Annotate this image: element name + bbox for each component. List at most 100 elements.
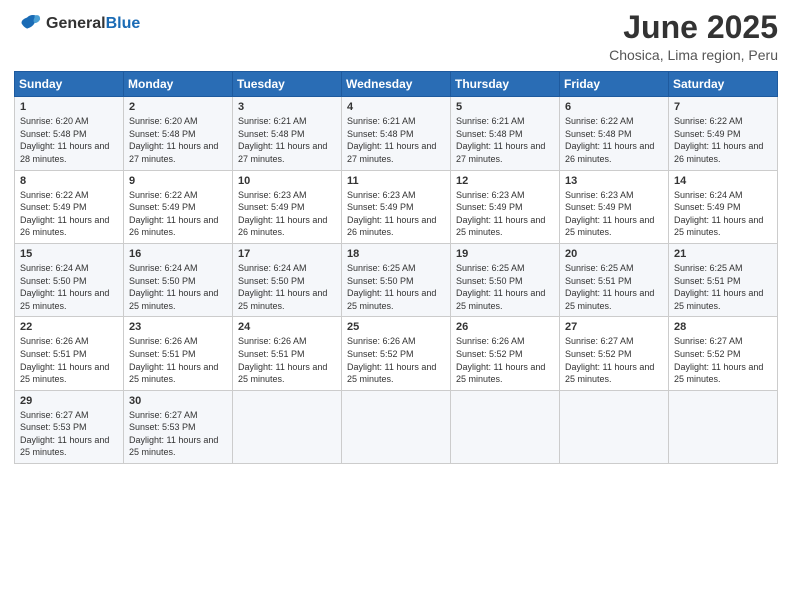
day-number: 27	[565, 321, 663, 333]
day-number: 15	[20, 248, 118, 260]
calendar-cell: 21 Sunrise: 6:25 AM Sunset: 5:51 PM Dayl…	[669, 243, 778, 316]
day-info: Sunrise: 6:21 AM Sunset: 5:48 PM Dayligh…	[347, 115, 445, 165]
day-number: 14	[674, 175, 772, 187]
logo-text: GeneralBlue	[46, 15, 140, 33]
day-info: Sunrise: 6:27 AM Sunset: 5:52 PM Dayligh…	[674, 335, 772, 385]
calendar-cell: 27 Sunrise: 6:27 AM Sunset: 5:52 PM Dayl…	[560, 317, 669, 390]
day-info: Sunrise: 6:27 AM Sunset: 5:53 PM Dayligh…	[20, 409, 118, 459]
day-info: Sunrise: 6:25 AM Sunset: 5:51 PM Dayligh…	[674, 262, 772, 312]
day-info: Sunrise: 6:26 AM Sunset: 5:52 PM Dayligh…	[347, 335, 445, 385]
calendar-table: Sunday Monday Tuesday Wednesday Thursday…	[14, 71, 778, 464]
calendar-cell: 7 Sunrise: 6:22 AM Sunset: 5:49 PM Dayli…	[669, 97, 778, 170]
calendar-cell	[451, 390, 560, 463]
calendar-cell: 5 Sunrise: 6:21 AM Sunset: 5:48 PM Dayli…	[451, 97, 560, 170]
calendar-cell: 11 Sunrise: 6:23 AM Sunset: 5:49 PM Dayl…	[342, 170, 451, 243]
col-tuesday: Tuesday	[233, 72, 342, 97]
day-number: 19	[456, 248, 554, 260]
calendar-cell: 1 Sunrise: 6:20 AM Sunset: 5:48 PM Dayli…	[15, 97, 124, 170]
calendar-week-5: 29 Sunrise: 6:27 AM Sunset: 5:53 PM Dayl…	[15, 390, 778, 463]
day-number: 24	[238, 321, 336, 333]
calendar-subtitle: Chosica, Lima region, Peru	[609, 47, 778, 63]
day-number: 7	[674, 101, 772, 113]
calendar-week-3: 15 Sunrise: 6:24 AM Sunset: 5:50 PM Dayl…	[15, 243, 778, 316]
page: GeneralBlue June 2025 Chosica, Lima regi…	[0, 0, 792, 612]
day-number: 20	[565, 248, 663, 260]
day-info: Sunrise: 6:27 AM Sunset: 5:52 PM Dayligh…	[565, 335, 663, 385]
calendar-cell: 23 Sunrise: 6:26 AM Sunset: 5:51 PM Dayl…	[124, 317, 233, 390]
calendar-cell: 3 Sunrise: 6:21 AM Sunset: 5:48 PM Dayli…	[233, 97, 342, 170]
calendar-cell: 22 Sunrise: 6:26 AM Sunset: 5:51 PM Dayl…	[15, 317, 124, 390]
day-number: 13	[565, 175, 663, 187]
day-number: 5	[456, 101, 554, 113]
calendar-week-2: 8 Sunrise: 6:22 AM Sunset: 5:49 PM Dayli…	[15, 170, 778, 243]
day-info: Sunrise: 6:26 AM Sunset: 5:51 PM Dayligh…	[20, 335, 118, 385]
calendar-cell: 24 Sunrise: 6:26 AM Sunset: 5:51 PM Dayl…	[233, 317, 342, 390]
day-number: 16	[129, 248, 227, 260]
day-info: Sunrise: 6:25 AM Sunset: 5:50 PM Dayligh…	[347, 262, 445, 312]
day-info: Sunrise: 6:25 AM Sunset: 5:50 PM Dayligh…	[456, 262, 554, 312]
calendar-cell: 14 Sunrise: 6:24 AM Sunset: 5:49 PM Dayl…	[669, 170, 778, 243]
calendar-cell: 6 Sunrise: 6:22 AM Sunset: 5:48 PM Dayli…	[560, 97, 669, 170]
calendar-cell: 10 Sunrise: 6:23 AM Sunset: 5:49 PM Dayl…	[233, 170, 342, 243]
calendar-cell: 20 Sunrise: 6:25 AM Sunset: 5:51 PM Dayl…	[560, 243, 669, 316]
col-thursday: Thursday	[451, 72, 560, 97]
calendar-cell: 26 Sunrise: 6:26 AM Sunset: 5:52 PM Dayl…	[451, 317, 560, 390]
day-info: Sunrise: 6:23 AM Sunset: 5:49 PM Dayligh…	[347, 189, 445, 239]
day-number: 3	[238, 101, 336, 113]
day-info: Sunrise: 6:20 AM Sunset: 5:48 PM Dayligh…	[20, 115, 118, 165]
day-info: Sunrise: 6:21 AM Sunset: 5:48 PM Dayligh…	[238, 115, 336, 165]
calendar-cell: 16 Sunrise: 6:24 AM Sunset: 5:50 PM Dayl…	[124, 243, 233, 316]
day-info: Sunrise: 6:25 AM Sunset: 5:51 PM Dayligh…	[565, 262, 663, 312]
day-info: Sunrise: 6:23 AM Sunset: 5:49 PM Dayligh…	[456, 189, 554, 239]
calendar-week-1: 1 Sunrise: 6:20 AM Sunset: 5:48 PM Dayli…	[15, 97, 778, 170]
calendar-cell: 4 Sunrise: 6:21 AM Sunset: 5:48 PM Dayli…	[342, 97, 451, 170]
day-number: 6	[565, 101, 663, 113]
logo: GeneralBlue	[14, 10, 140, 38]
day-info: Sunrise: 6:24 AM Sunset: 5:50 PM Dayligh…	[20, 262, 118, 312]
col-friday: Friday	[560, 72, 669, 97]
calendar-cell	[342, 390, 451, 463]
calendar-header-row: Sunday Monday Tuesday Wednesday Thursday…	[15, 72, 778, 97]
logo-icon	[14, 10, 42, 38]
calendar-cell: 9 Sunrise: 6:22 AM Sunset: 5:49 PM Dayli…	[124, 170, 233, 243]
day-number: 23	[129, 321, 227, 333]
col-wednesday: Wednesday	[342, 72, 451, 97]
day-number: 22	[20, 321, 118, 333]
day-number: 18	[347, 248, 445, 260]
calendar-cell: 17 Sunrise: 6:24 AM Sunset: 5:50 PM Dayl…	[233, 243, 342, 316]
title-block: June 2025 Chosica, Lima region, Peru	[609, 10, 778, 63]
day-info: Sunrise: 6:22 AM Sunset: 5:49 PM Dayligh…	[20, 189, 118, 239]
day-info: Sunrise: 6:24 AM Sunset: 5:49 PM Dayligh…	[674, 189, 772, 239]
calendar-cell: 18 Sunrise: 6:25 AM Sunset: 5:50 PM Dayl…	[342, 243, 451, 316]
day-info: Sunrise: 6:26 AM Sunset: 5:52 PM Dayligh…	[456, 335, 554, 385]
calendar-cell: 8 Sunrise: 6:22 AM Sunset: 5:49 PM Dayli…	[15, 170, 124, 243]
calendar-cell: 28 Sunrise: 6:27 AM Sunset: 5:52 PM Dayl…	[669, 317, 778, 390]
day-number: 2	[129, 101, 227, 113]
calendar-cell: 12 Sunrise: 6:23 AM Sunset: 5:49 PM Dayl…	[451, 170, 560, 243]
col-saturday: Saturday	[669, 72, 778, 97]
day-info: Sunrise: 6:24 AM Sunset: 5:50 PM Dayligh…	[238, 262, 336, 312]
calendar-week-4: 22 Sunrise: 6:26 AM Sunset: 5:51 PM Dayl…	[15, 317, 778, 390]
day-info: Sunrise: 6:22 AM Sunset: 5:49 PM Dayligh…	[674, 115, 772, 165]
day-number: 25	[347, 321, 445, 333]
day-number: 4	[347, 101, 445, 113]
calendar-cell: 13 Sunrise: 6:23 AM Sunset: 5:49 PM Dayl…	[560, 170, 669, 243]
day-number: 28	[674, 321, 772, 333]
day-number: 17	[238, 248, 336, 260]
day-number: 12	[456, 175, 554, 187]
calendar-cell: 19 Sunrise: 6:25 AM Sunset: 5:50 PM Dayl…	[451, 243, 560, 316]
day-info: Sunrise: 6:21 AM Sunset: 5:48 PM Dayligh…	[456, 115, 554, 165]
day-info: Sunrise: 6:23 AM Sunset: 5:49 PM Dayligh…	[565, 189, 663, 239]
day-info: Sunrise: 6:26 AM Sunset: 5:51 PM Dayligh…	[129, 335, 227, 385]
day-info: Sunrise: 6:22 AM Sunset: 5:49 PM Dayligh…	[129, 189, 227, 239]
calendar-cell: 15 Sunrise: 6:24 AM Sunset: 5:50 PM Dayl…	[15, 243, 124, 316]
day-info: Sunrise: 6:22 AM Sunset: 5:48 PM Dayligh…	[565, 115, 663, 165]
calendar-title: June 2025	[609, 10, 778, 45]
day-info: Sunrise: 6:26 AM Sunset: 5:51 PM Dayligh…	[238, 335, 336, 385]
day-number: 1	[20, 101, 118, 113]
calendar-cell	[560, 390, 669, 463]
calendar-cell	[669, 390, 778, 463]
col-sunday: Sunday	[15, 72, 124, 97]
logo-general: General	[46, 15, 106, 32]
logo-blue: Blue	[106, 15, 141, 32]
